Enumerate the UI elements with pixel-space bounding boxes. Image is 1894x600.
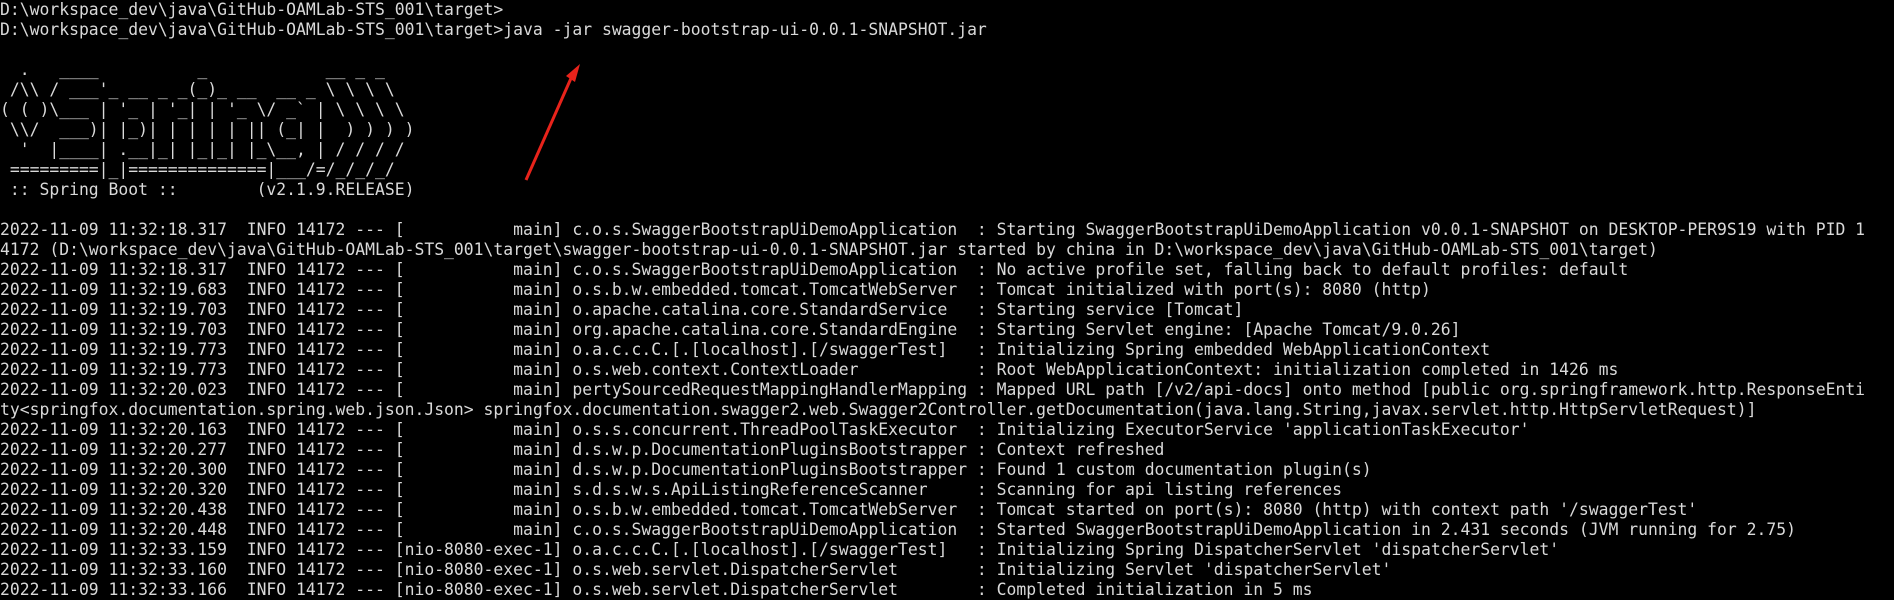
log-line: 2022-11-09 11:32:19.773 INFO 14172 --- [… (0, 360, 1619, 379)
log-line: 2022-11-09 11:32:20.438 INFO 14172 --- [… (0, 500, 1698, 519)
log-line: 2022-11-09 11:32:19.703 INFO 14172 --- [… (0, 300, 1244, 319)
log-line: 2022-11-09 11:32:33.159 INFO 14172 --- [… (0, 540, 1560, 559)
startup-log: 2022-11-09 11:32:18.317 INFO 14172 --- [… (0, 220, 1894, 600)
log-line: 2022-11-09 11:32:20.023 INFO 14172 --- [… (0, 380, 1866, 399)
banner-line: /\\ / ___'_ __ _ _(_)_ __ __ _ \ \ \ \ (0, 80, 395, 99)
log-line: 2022-11-09 11:32:20.448 INFO 14172 --- [… (0, 520, 1796, 539)
banner-line: . ____ _ __ _ _ (0, 60, 385, 79)
spring-boot-banner: . ____ _ __ _ _ /\\ / ___'_ __ _ _(_)_ _… (0, 60, 1894, 200)
log-line: 2022-11-09 11:32:33.166 INFO 14172 --- [… (0, 580, 1313, 599)
banner-line: ( ( )\___ | '_ | '_| | '_ \/ _` | \ \ \ … (0, 100, 405, 119)
log-line: ty<springfox.documentation.spring.web.js… (0, 400, 1757, 419)
log-line: 2022-11-09 11:32:19.773 INFO 14172 --- [… (0, 340, 1491, 359)
banner-line: ' |____| .__|_| |_|_| |_\__, | / / / / (0, 140, 405, 159)
log-line: 4172 (D:\workspace_dev\java\GitHub-OAMLa… (0, 240, 1658, 259)
log-line: 2022-11-09 11:32:33.160 INFO 14172 --- [… (0, 560, 1392, 579)
banner-line: \\/ ___)| |_)| | | | | || (_| | ) ) ) ) (0, 120, 415, 139)
banner-line: =========|_|==============|___/=/_/_/_/ (0, 160, 395, 179)
log-line: 2022-11-09 11:32:19.703 INFO 14172 --- [… (0, 320, 1461, 339)
log-line: 2022-11-09 11:32:20.163 INFO 14172 --- [… (0, 420, 1530, 439)
log-line: 2022-11-09 11:32:18.317 INFO 14172 --- [… (0, 220, 1866, 239)
command-line: D:\workspace_dev\java\GitHub-OAMLab-STS_… (0, 20, 987, 39)
log-line: 2022-11-09 11:32:18.317 INFO 14172 --- [… (0, 260, 1629, 279)
log-line: 2022-11-09 11:32:20.320 INFO 14172 --- [… (0, 480, 1343, 499)
prompt-line: D:\workspace_dev\java\GitHub-OAMLab-STS_… (0, 0, 504, 19)
spring-boot-version-line: :: Spring Boot :: (v2.1.9.RELEASE) (0, 180, 415, 199)
console-window[interactable]: D:\workspace_dev\java\GitHub-OAMLab-STS_… (0, 0, 1894, 600)
log-line: 2022-11-09 11:32:20.300 INFO 14172 --- [… (0, 460, 1372, 479)
log-line: 2022-11-09 11:32:20.277 INFO 14172 --- [… (0, 440, 1165, 459)
log-line: 2022-11-09 11:32:19.683 INFO 14172 --- [… (0, 280, 1431, 299)
